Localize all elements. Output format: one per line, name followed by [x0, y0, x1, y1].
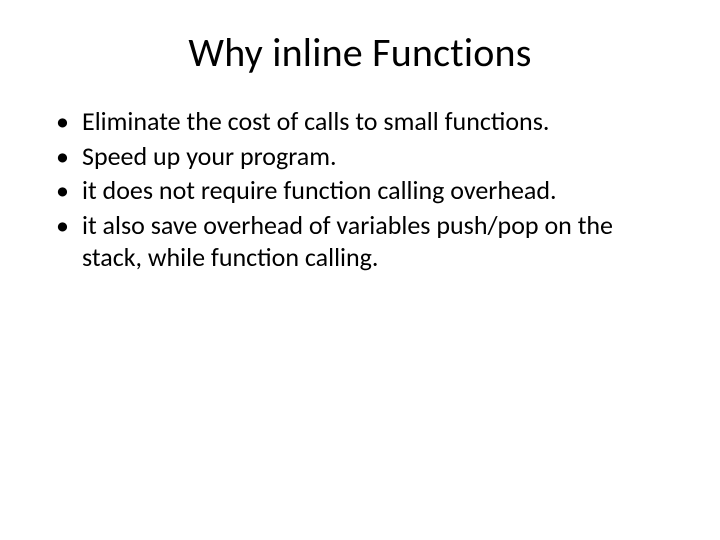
list-item: it also save overhead of variables push/…	[52, 209, 670, 274]
slide: Why inline Functions Eliminate the cost …	[0, 0, 720, 540]
list-item: Speed up your program.	[52, 140, 670, 173]
slide-title: Why inline Functions	[40, 28, 680, 77]
list-item: Eliminate the cost of calls to small fun…	[52, 105, 670, 138]
list-item: it does not require function calling ove…	[52, 174, 670, 207]
bullet-list: Eliminate the cost of calls to small fun…	[40, 105, 680, 274]
